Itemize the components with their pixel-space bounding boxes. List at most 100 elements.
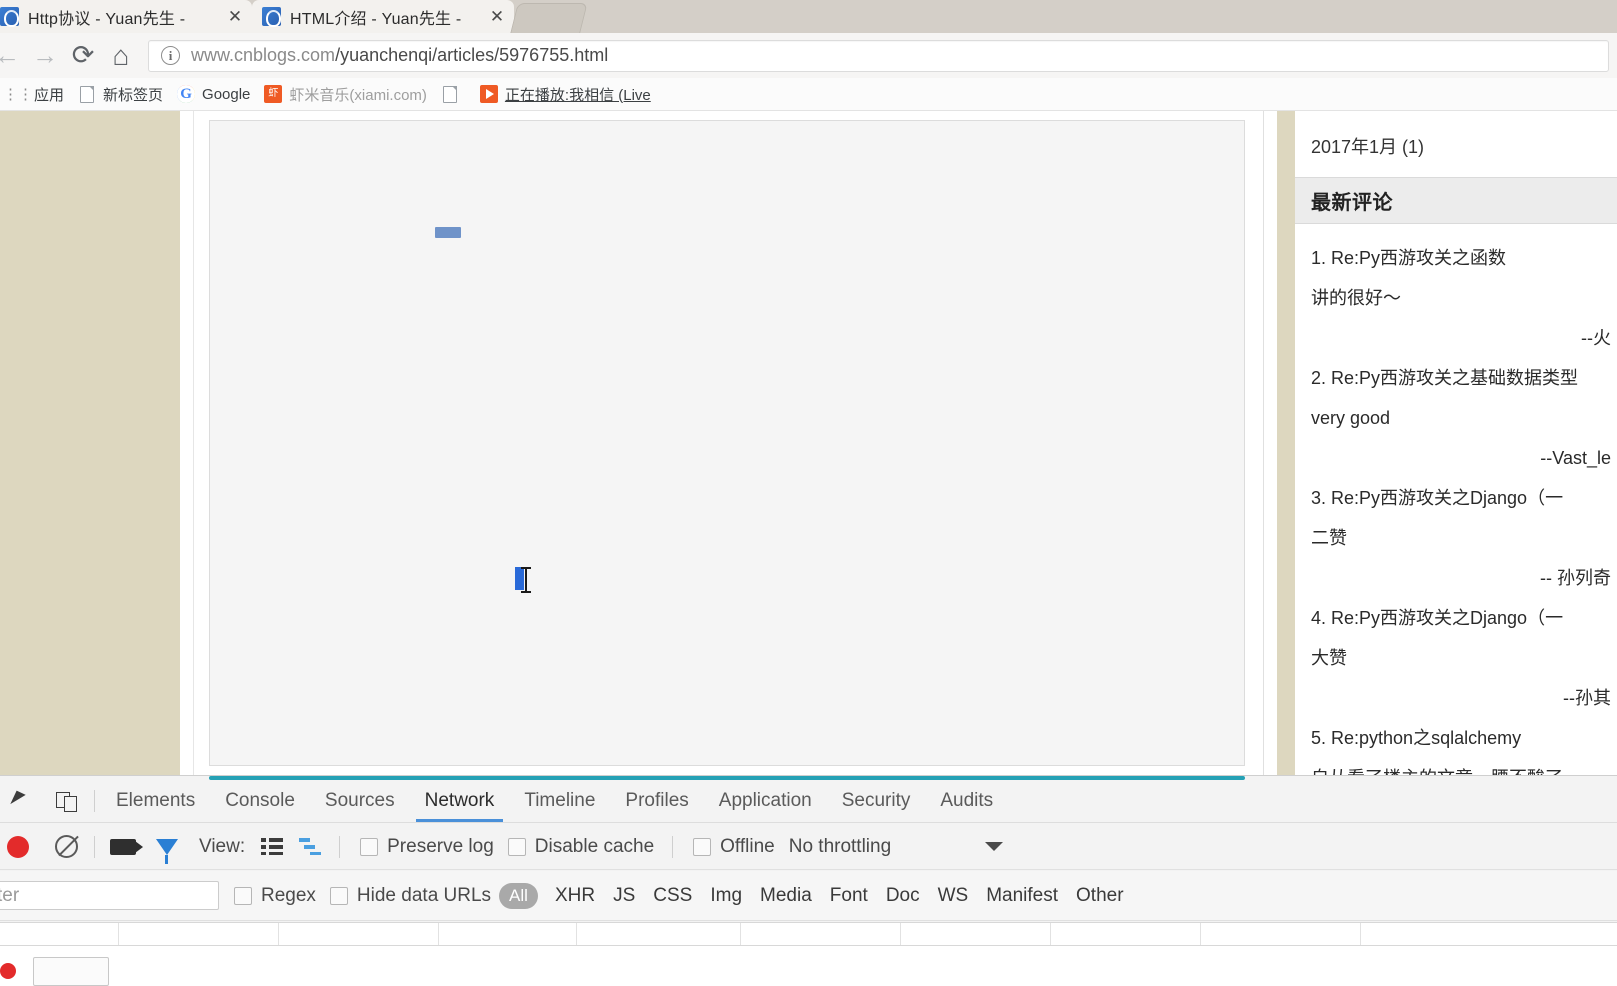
filter-type-all[interactable]: All xyxy=(499,882,538,909)
tab-elements[interactable]: Elements xyxy=(101,780,210,822)
bookmark-blank-doc[interactable] xyxy=(434,81,473,108)
filter-type-other[interactable]: Other xyxy=(1067,885,1133,907)
hide-data-urls-label: Hide data URLs xyxy=(356,884,492,906)
comment-body: very good xyxy=(1311,408,1391,428)
waterfall-view-icon[interactable] xyxy=(299,838,322,855)
hide-data-urls-checkbox[interactable]: Hide data URLs xyxy=(329,884,492,907)
toolbar-divider xyxy=(94,790,95,812)
disable-cache-checkbox[interactable]: Disable cache xyxy=(507,835,655,858)
filter-type-manifest[interactable]: Manifest xyxy=(977,885,1067,907)
disable-cache-label: Disable cache xyxy=(534,835,655,857)
filter-type-media[interactable]: Media xyxy=(751,885,821,907)
filter-type-ws[interactable]: WS xyxy=(929,885,978,907)
comment-body: 二赞 xyxy=(1311,528,1347,548)
table-column-divider xyxy=(118,923,119,945)
funnel-icon[interactable] xyxy=(145,827,189,867)
clear-icon[interactable] xyxy=(44,827,88,867)
browser-tab-strip: Http协议 - Yuan先生 - ✕ HTML介绍 - Yuan先生 - ✕ xyxy=(0,0,1617,33)
doc-icon xyxy=(441,85,459,103)
filter-placeholder: ter xyxy=(0,884,20,906)
checkbox-box[interactable] xyxy=(693,837,712,856)
list-view-icon[interactable] xyxy=(261,838,284,855)
bookmark-label: 新标签页 xyxy=(103,86,164,104)
comment-title[interactable]: 2. Re:Py西游攻关之基础数据类型 xyxy=(1311,358,1617,398)
network-toolbar: View: Preserve log Disable cache Offline… xyxy=(0,824,1617,870)
device-toolbar-icon[interactable] xyxy=(44,781,88,821)
browser-tab-1[interactable]: Http协议 - Yuan先生 - ✕ xyxy=(0,0,252,33)
filter-type-css[interactable]: CSS xyxy=(644,885,701,907)
regex-checkbox[interactable]: Regex xyxy=(234,885,316,907)
bookmark-label: 应用 xyxy=(34,86,65,104)
bookmark-label: 正在播放:我相信 (Live xyxy=(504,86,651,104)
tab-network[interactable]: Network xyxy=(410,780,510,822)
table-column-divider xyxy=(1050,923,1051,945)
tab-audits[interactable]: Audits xyxy=(925,780,1008,822)
bookmark-xiami[interactable]: 虾 虾米音乐(xiami.com) xyxy=(257,81,434,108)
inspect-element-icon[interactable] xyxy=(0,781,44,821)
reload-icon[interactable]: ⟳ xyxy=(64,37,102,75)
filter-type-xhr[interactable]: XHR xyxy=(546,885,604,907)
site-info-icon[interactable]: i xyxy=(161,46,180,65)
url-host: www.cnblogs.com xyxy=(191,45,336,65)
page-right-rule xyxy=(1263,111,1264,775)
address-bar[interactable]: i www.cnblogs.com/yuanchenqi/articles/59… xyxy=(148,39,1609,72)
recent-comments-heading: 最新评论 xyxy=(1295,177,1617,224)
tab-console[interactable]: Console xyxy=(210,780,310,822)
toolbar-divider xyxy=(672,835,674,858)
forward-icon[interactable]: → xyxy=(26,37,64,75)
comment-title[interactable]: 5. Re:python之sqlalchemy xyxy=(1311,718,1617,758)
text-caret xyxy=(515,567,524,590)
close-icon[interactable]: ✕ xyxy=(224,8,246,25)
offline-checkbox[interactable]: Offline xyxy=(693,836,775,858)
devtools-tab-bar: Elements Console Sources Network Timelin… xyxy=(0,780,1617,823)
home-icon[interactable]: ⌂ xyxy=(102,37,140,75)
comment-author: --Vast_le xyxy=(1540,448,1611,468)
comment-title[interactable]: 4. Re:Py西游攻关之Django（一 xyxy=(1311,598,1617,638)
comment-title[interactable]: 3. Re:Py西游攻关之Django（一 xyxy=(1311,478,1617,518)
text-cursor-icon xyxy=(521,567,531,593)
filter-type-js[interactable]: JS xyxy=(604,885,644,907)
bookmark-new-tab[interactable]: 新标签页 xyxy=(71,81,170,108)
filter-input[interactable]: ter xyxy=(0,881,219,910)
url-text: www.cnblogs.com/yuanchenqi/articles/5976… xyxy=(191,45,608,66)
page-left-margin xyxy=(0,111,180,775)
browser-tab-2[interactable]: HTML介绍 - Yuan先生 - ✕ xyxy=(252,0,514,33)
chevron-down-icon[interactable] xyxy=(985,842,1004,851)
checkbox-box[interactable] xyxy=(360,837,379,856)
back-icon[interactable]: ← xyxy=(0,37,26,75)
checkbox-box[interactable] xyxy=(234,886,252,905)
close-icon[interactable]: ✕ xyxy=(486,8,508,25)
checkbox-box[interactable] xyxy=(329,886,348,905)
tab-timeline[interactable]: Timeline xyxy=(509,780,610,822)
browser-tab-title: Http协议 - Yuan先生 - xyxy=(28,10,186,28)
tab-application[interactable]: Application xyxy=(704,780,827,822)
checkbox-box[interactable] xyxy=(507,837,526,856)
filter-type-doc[interactable]: Doc xyxy=(877,885,929,907)
filter-type-img[interactable]: Img xyxy=(701,885,751,907)
tab-profiles[interactable]: Profiles xyxy=(610,780,703,822)
devtools-panel: Elements Console Sources Network Timelin… xyxy=(0,775,1617,986)
throttling-value[interactable]: No throttling xyxy=(789,836,891,858)
new-tab-button[interactable] xyxy=(510,3,588,33)
bookmark-label: Google xyxy=(202,85,251,103)
preserve-log-checkbox[interactable]: Preserve log xyxy=(360,836,494,858)
xiami-icon: 虾 xyxy=(264,85,283,103)
bookmark-apps[interactable]: ⋮⋮ 应用 xyxy=(2,81,71,108)
code-scroll-thumb[interactable] xyxy=(435,227,461,238)
filter-type-font[interactable]: Font xyxy=(821,885,877,907)
bookmark-google[interactable]: Google xyxy=(170,81,257,108)
console-drawer-button[interactable] xyxy=(33,957,109,986)
page-left-gap xyxy=(180,111,193,775)
camera-icon[interactable] xyxy=(101,827,145,867)
site-favicon xyxy=(0,7,19,27)
bookmarks-bar: ⋮⋮ 应用 新标签页 Google 虾 虾米音乐(xiami.com) 正在播放… xyxy=(0,78,1617,111)
record-button[interactable] xyxy=(0,827,44,867)
comment-body: 自从看了楼主的文章，腰不酸了， xyxy=(1311,758,1617,775)
doc-icon xyxy=(78,85,96,103)
tab-sources[interactable]: Sources xyxy=(310,780,410,822)
archive-entry[interactable]: 2017年1月 (1) xyxy=(1295,111,1617,177)
tab-security[interactable]: Security xyxy=(827,780,926,822)
code-block[interactable] xyxy=(209,120,1245,766)
bookmark-now-playing[interactable]: 正在播放:我相信 (Live xyxy=(473,81,658,108)
comment-title[interactable]: 1. Re:Py西游攻关之函数 xyxy=(1311,238,1617,278)
